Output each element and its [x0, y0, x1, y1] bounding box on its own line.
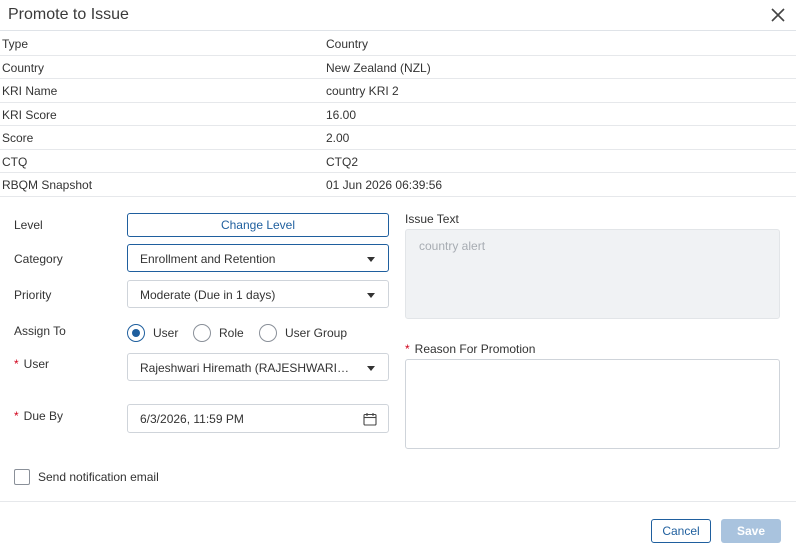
assign-user-radio[interactable]: User	[127, 323, 178, 343]
details-key: Type	[2, 37, 29, 51]
send-notification-label[interactable]: Send notification email	[38, 470, 159, 484]
user-label: * User	[14, 357, 49, 371]
user-label-text: User	[23, 357, 50, 371]
details-key: Country	[2, 60, 45, 75]
details-row-kri-name: KRI Name country KRI 2	[0, 79, 796, 103]
footer-divider	[0, 501, 796, 502]
due-by-value: 6/3/2026, 11:59 PM	[140, 412, 244, 426]
details-row-rbqm-snapshot: RBQM Snapshot 01 Jun 2026 06:39:56	[0, 173, 796, 197]
calendar-icon[interactable]	[363, 412, 377, 426]
details-value: CTQ2	[326, 154, 359, 169]
dialog-header: Promote to Issue	[0, 0, 796, 31]
radio-label: User	[153, 326, 179, 340]
details-value: New Zealand (NZL)	[326, 60, 431, 75]
details-key: KRI Score	[2, 107, 57, 122]
send-notification-checkbox[interactable]	[14, 469, 30, 485]
category-select[interactable]: Enrollment and Retention	[127, 244, 389, 272]
details-row-type: Type Country	[0, 32, 796, 56]
details-row-country: Country New Zealand (NZL)	[0, 56, 796, 79]
category-value: Enrollment and Retention	[140, 252, 276, 266]
radio-icon	[193, 324, 211, 342]
due-by-input[interactable]: 6/3/2026, 11:59 PM	[127, 404, 389, 433]
details-value: country KRI 2	[326, 84, 399, 98]
details-key: KRI Name	[2, 84, 58, 98]
reason-textarea[interactable]	[405, 359, 780, 449]
details-key: RBQM Snapshot	[2, 178, 93, 192]
details-value: 01 Jun 2026 06:39:56	[326, 178, 443, 192]
required-mark: *	[14, 357, 19, 371]
level-label: Level	[14, 218, 43, 232]
radio-label: Role	[219, 326, 244, 340]
assign-user-group-radio[interactable]: User Group	[259, 323, 347, 343]
required-mark: *	[14, 409, 19, 423]
details-value: 16.00	[326, 107, 357, 122]
details-key: CTQ	[2, 154, 28, 169]
assign-to-label: Assign To	[14, 324, 66, 338]
chevron-down-icon	[367, 366, 375, 371]
user-select[interactable]: Rajeshwari Hiremath (RAJESHWARI)...	[127, 353, 389, 381]
details-value: Country	[326, 37, 369, 51]
priority-label: Priority	[14, 288, 52, 302]
required-mark: *	[405, 342, 410, 356]
details-row-score: Score 2.00	[0, 126, 796, 150]
issue-text-label: Issue Text	[405, 212, 459, 226]
details-table: Type Country Country New Zealand (NZL) K…	[0, 32, 796, 197]
due-by-label-text: Due By	[23, 409, 64, 423]
details-key: Score	[2, 131, 34, 145]
reason-label: * Reason For Promotion	[405, 342, 535, 356]
category-label: Category	[14, 252, 63, 266]
issue-text-field: country alert	[405, 229, 780, 319]
chevron-down-icon	[367, 293, 375, 298]
details-row-kri-score: KRI Score 16.00	[0, 103, 796, 126]
assign-role-radio[interactable]: Role	[193, 323, 244, 343]
radio-selected-icon	[127, 324, 145, 342]
change-level-button[interactable]: Change Level	[127, 213, 389, 237]
priority-select[interactable]: Moderate (Due in 1 days)	[127, 280, 389, 308]
due-by-label: * Due By	[14, 409, 63, 423]
save-button[interactable]: Save	[721, 519, 781, 543]
radio-icon	[259, 324, 277, 342]
issue-text-placeholder: country alert	[419, 239, 486, 253]
close-icon[interactable]	[770, 7, 786, 23]
reason-label-text: Reason For Promotion	[414, 342, 536, 356]
chevron-down-icon	[367, 257, 375, 262]
user-value: Rajeshwari Hiremath (RAJESHWARI)...	[140, 361, 350, 375]
details-value: 2.00	[326, 131, 350, 145]
dialog-title: Promote to Issue	[8, 6, 129, 23]
priority-value: Moderate (Due in 1 days)	[140, 288, 276, 302]
cancel-button[interactable]: Cancel	[651, 519, 711, 543]
details-row-ctq: CTQ CTQ2	[0, 150, 796, 173]
radio-label: User Group	[285, 326, 348, 340]
